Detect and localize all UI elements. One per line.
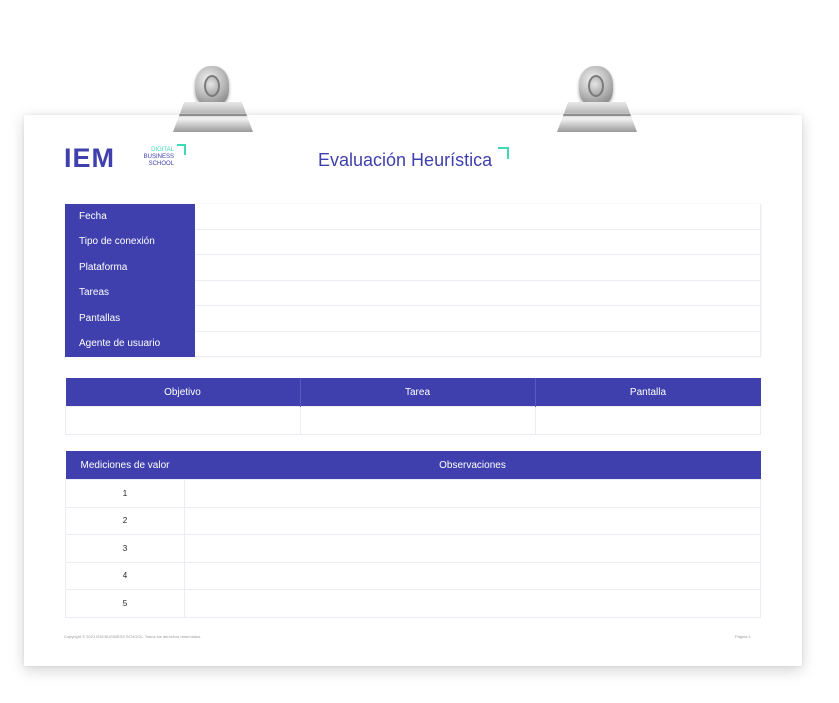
document-title: Evaluación Heurística	[318, 150, 493, 170]
observation-cell[interactable]	[184, 561, 761, 590]
logo-digital: DIGITAL	[151, 147, 174, 153]
measurement-number: 3	[65, 534, 185, 563]
measurement-number: 4	[65, 561, 185, 590]
measurement-row: 4	[65, 561, 761, 590]
info-label: Fecha	[65, 204, 195, 229]
info-value-field[interactable]	[195, 254, 761, 281]
objective-header-row: Objetivo Tarea Pantalla	[65, 378, 761, 407]
measurement-number: 2	[65, 506, 185, 535]
measurement-row: 1	[65, 479, 761, 508]
observation-cell[interactable]	[184, 589, 761, 618]
info-value-field[interactable]	[195, 280, 761, 306]
logo-subtext: DIGITAL BUSINESS SCHOOL	[122, 147, 174, 168]
info-row: Agente de usuario	[65, 331, 761, 357]
info-row: Pantallas	[65, 305, 761, 332]
objective-header: Objetivo	[65, 378, 301, 407]
info-label: Pantallas	[65, 305, 195, 331]
info-value-field[interactable]	[195, 305, 761, 332]
info-table: Fecha Tipo de conexión Plataforma Tareas…	[65, 204, 761, 357]
measurement-row: 3	[65, 534, 761, 563]
measurement-row: 2	[65, 506, 761, 535]
binder-clip-right-icon	[557, 66, 637, 136]
binder-clip-left-icon	[173, 66, 253, 136]
copyright-footer: Copyright © 2021 IEM BUSINESS SCHOOL. To…	[64, 634, 202, 639]
measurements-header-row: Mediciones de valor Observaciones	[65, 451, 761, 480]
logo-main-text: IEM	[64, 143, 116, 173]
objective-table: Objetivo Tarea Pantalla	[65, 378, 761, 435]
measurements-header: Mediciones de valor	[65, 451, 185, 480]
info-value-field[interactable]	[195, 204, 761, 230]
info-row: Fecha	[65, 204, 761, 230]
measurement-number: 5	[65, 589, 185, 618]
measurement-number: 1	[65, 479, 185, 508]
info-row: Plataforma	[65, 254, 761, 281]
logo-business: BUSINESS	[143, 154, 174, 160]
logo-school: SCHOOL	[148, 161, 174, 167]
title-corner-mark	[498, 147, 509, 159]
info-row: Tipo de conexión	[65, 229, 761, 255]
info-value-field[interactable]	[195, 331, 761, 357]
logo-corner-mark	[177, 144, 186, 155]
screen-cell[interactable]	[534, 406, 761, 435]
objective-row	[65, 406, 761, 435]
info-label: Agente de usuario	[65, 331, 195, 357]
page-number: Página 1	[735, 634, 751, 639]
screen-header: Pantalla	[535, 378, 761, 407]
task-header: Tarea	[300, 378, 536, 407]
observation-cell[interactable]	[184, 479, 761, 508]
measurement-row: 5	[65, 589, 761, 618]
observation-cell[interactable]	[184, 534, 761, 563]
observation-cell[interactable]	[184, 506, 761, 535]
info-label: Plataforma	[65, 254, 195, 280]
info-label: Tareas	[65, 280, 195, 306]
task-cell[interactable]	[299, 406, 536, 435]
info-row: Tareas	[65, 280, 761, 306]
info-value-field[interactable]	[195, 229, 761, 255]
info-label: Tipo de conexión	[65, 229, 195, 255]
objective-cell[interactable]	[65, 406, 301, 435]
observations-header: Observaciones	[184, 451, 761, 480]
measurements-table: Mediciones de valor Observaciones 1 2 3 …	[65, 451, 761, 618]
